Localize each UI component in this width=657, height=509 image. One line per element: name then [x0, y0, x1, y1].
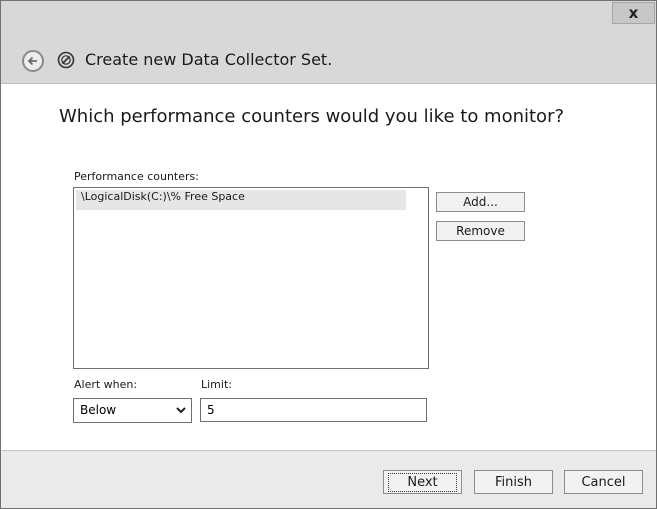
- wizard-title: Create new Data Collector Set.: [85, 50, 333, 69]
- finish-button[interactable]: Finish: [474, 470, 553, 494]
- next-button[interactable]: Next: [383, 470, 462, 494]
- alert-when-select[interactable]: Below: [73, 398, 192, 423]
- close-button[interactable]: x: [612, 2, 655, 24]
- alert-when-value: Below: [80, 403, 117, 417]
- close-icon: x: [628, 4, 639, 22]
- list-item[interactable]: \LogicalDisk(C:)\% Free Space: [76, 190, 406, 210]
- alert-when-label: Alert when:: [74, 378, 138, 391]
- next-button-label: Next: [388, 472, 457, 492]
- add-button[interactable]: Add...: [436, 192, 525, 212]
- wizard-window: x Create new Data Collector Set. Which p…: [0, 0, 657, 509]
- data-collector-set-icon: [57, 51, 75, 69]
- limit-input[interactable]: 5: [200, 398, 427, 422]
- back-button[interactable]: [22, 50, 44, 72]
- title-bar: x Create new Data Collector Set.: [1, 1, 656, 84]
- back-arrow-icon: [27, 56, 37, 66]
- cancel-button[interactable]: Cancel: [564, 470, 643, 494]
- page-heading: Which performance counters would you lik…: [59, 106, 565, 127]
- performance-counters-list[interactable]: \LogicalDisk(C:)\% Free Space: [73, 187, 429, 369]
- limit-label: Limit:: [201, 378, 232, 391]
- chevron-down-icon: [176, 407, 186, 414]
- remove-button[interactable]: Remove: [436, 221, 525, 241]
- wizard-footer: Next Finish Cancel: [1, 450, 656, 508]
- performance-counters-label: Performance counters:: [74, 170, 199, 183]
